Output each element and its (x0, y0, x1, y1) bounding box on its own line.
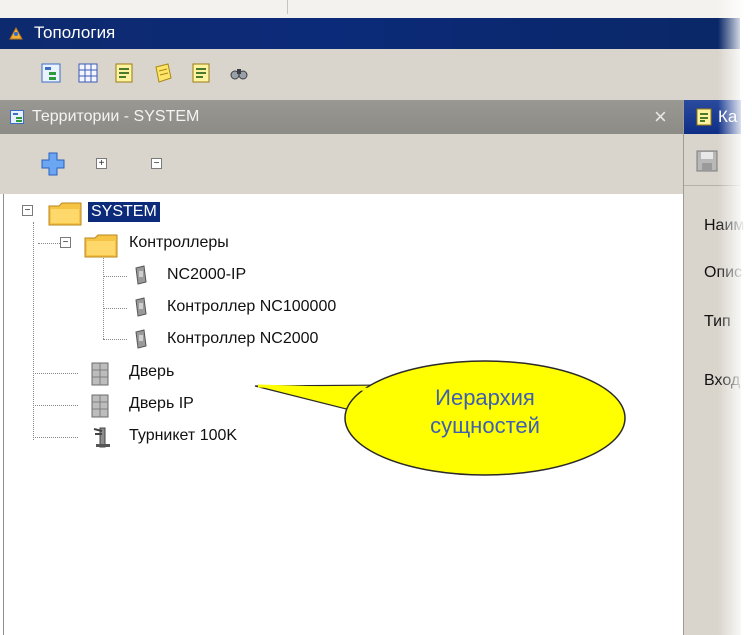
tree-view-icon[interactable] (41, 63, 61, 83)
collapse-toggle[interactable]: − (60, 237, 71, 248)
callout-line-1: Иерархия (435, 385, 535, 410)
tree-line (103, 276, 127, 277)
territories-toolbar: + − (0, 134, 683, 194)
tree-node-system[interactable]: SYSTEM (88, 202, 160, 222)
callout-text: Иерархия сущностей (405, 384, 565, 440)
tree-line (103, 339, 127, 340)
tree-node-nc2000-ip[interactable]: NC2000-IP (167, 266, 246, 284)
card-icon[interactable] (114, 63, 134, 83)
door-icon (91, 362, 109, 386)
door-icon (91, 394, 109, 418)
expand-all-button[interactable]: + (96, 158, 107, 169)
expand-glyph: + (98, 158, 105, 169)
tree-line (103, 258, 104, 339)
window-titlebar: Топология (0, 18, 740, 49)
turnstile-icon (93, 427, 110, 448)
folder-icon (48, 202, 82, 226)
collapse-glyph: − (153, 158, 160, 169)
close-icon[interactable]: × (654, 104, 667, 130)
tree-line (33, 437, 78, 438)
tree-node-door-ip[interactable]: Дверь IP (129, 395, 194, 413)
tree-node-controller-nc100000[interactable]: Контроллер NC100000 (167, 298, 336, 316)
collapse-toggle[interactable]: − (22, 205, 33, 216)
binoculars-icon[interactable] (229, 63, 249, 83)
territories-panel-header: Территории - SYSTEM × (0, 100, 683, 134)
top-separator (287, 0, 288, 14)
tree-node-door[interactable]: Дверь (129, 363, 174, 381)
folder-icon (84, 234, 118, 258)
add-icon[interactable] (40, 151, 66, 177)
tree-line (33, 373, 78, 374)
tree-line (33, 222, 34, 440)
card-icon (696, 108, 712, 126)
grid-icon[interactable] (78, 63, 98, 83)
window-title: Топология (34, 23, 116, 42)
controller-icon (135, 297, 147, 317)
top-strip (0, 0, 752, 18)
tree-line (38, 243, 60, 244)
topology-icon (9, 26, 23, 40)
main-toolbar (0, 49, 740, 100)
collapse-all-button[interactable]: − (151, 158, 162, 169)
tree-line (33, 405, 78, 406)
document-icon[interactable] (191, 63, 211, 83)
controller-icon (135, 329, 147, 349)
tree-node-turnstile[interactable]: Турникет 100K (129, 427, 237, 445)
callout-line-2: сущностей (430, 413, 540, 438)
controller-icon (135, 265, 147, 285)
tree-line (103, 308, 127, 309)
panel-title: Территории - SYSTEM (32, 108, 200, 125)
save-icon[interactable] (696, 150, 718, 172)
tree-node-controllers[interactable]: Контроллеры (129, 234, 229, 252)
tree-view-icon (10, 110, 24, 124)
notes-icon[interactable] (153, 63, 173, 83)
edge-fade (718, 0, 752, 635)
